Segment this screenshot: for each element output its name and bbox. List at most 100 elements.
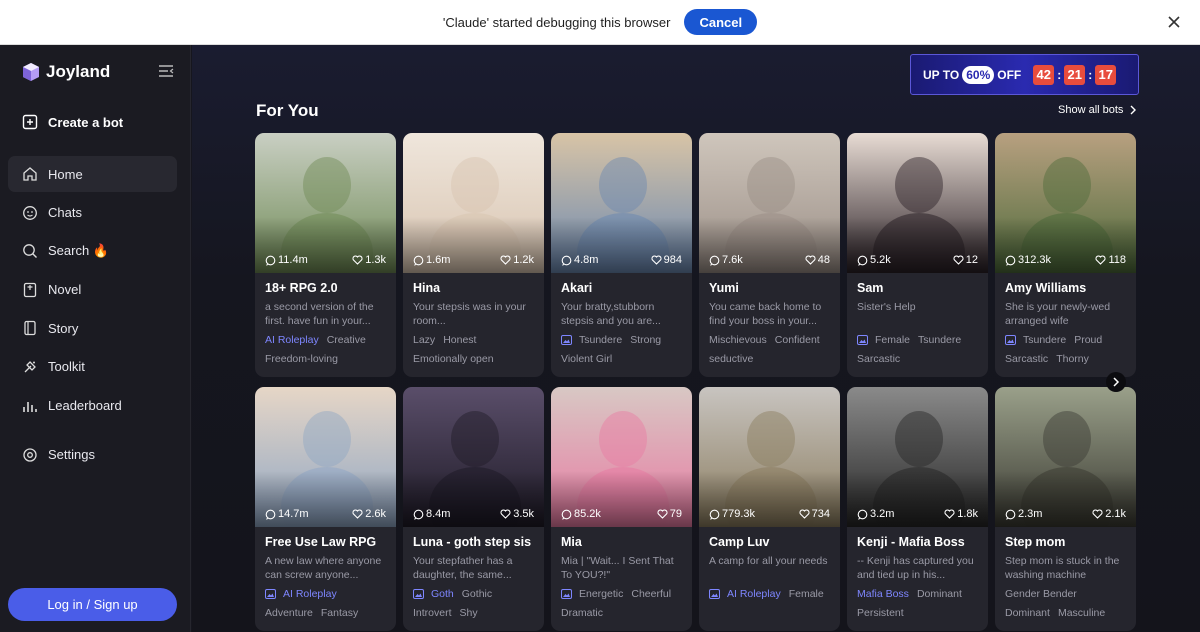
bot-tag[interactable]: Masculine xyxy=(1056,606,1107,620)
chat-count: 5.2k xyxy=(857,254,891,266)
bot-avatar-image xyxy=(699,133,840,273)
bot-card[interactable]: 312.3k 118 Amy Williams She is your newly-w… xyxy=(995,133,1136,377)
sidebar-item-toolkit[interactable]: Toolkit xyxy=(8,349,177,385)
cancel-debugging-button[interactable]: Cancel xyxy=(684,9,758,35)
sidebar: Joyland Create a bot Home Chats Search 🔥… xyxy=(0,45,191,632)
sidebar-item-leaderboard[interactable]: Leaderboard xyxy=(8,388,177,424)
promo-banner[interactable]: UP TO 60% OFF 42 : 21 : 17 xyxy=(910,54,1139,95)
login-signup-button[interactable]: Log in / Sign up xyxy=(8,588,177,621)
bot-card[interactable]: 3.2m 1.8k Kenji - Mafia Boss -- Kenji has c… xyxy=(847,387,988,631)
bot-tag[interactable]: Honest xyxy=(441,333,478,347)
bot-tag[interactable]: Tsundere xyxy=(916,333,963,347)
like-count: 118 xyxy=(1095,254,1126,266)
bot-tag[interactable]: Gothic xyxy=(460,587,494,601)
bot-card[interactable]: 85.2k 79 Mia Mia | "Wait... I Sent That To … xyxy=(551,387,692,631)
collapse-sidebar-icon[interactable] xyxy=(158,64,174,78)
bot-card[interactable]: 2.3m 2.1k Step mom Step mom is stuck in the… xyxy=(995,387,1136,631)
bot-tag[interactable]: Goth xyxy=(429,587,456,601)
section-title: For You xyxy=(256,101,319,120)
bot-card[interactable]: 8.4m 3.5k Luna - goth step sis Your stepfat… xyxy=(403,387,544,631)
bot-tags: Female Tsundere Sarcastic xyxy=(855,333,983,366)
bot-card[interactable]: 4.8m 984 Akari Your bratty,stubborn stepsis… xyxy=(551,133,692,377)
bot-tag[interactable]: Creative xyxy=(325,333,368,347)
bot-description: A camp for all your needs xyxy=(709,555,828,567)
bot-tag[interactable]: Sarcastic xyxy=(855,352,902,366)
bot-tag[interactable]: Cheerful xyxy=(629,587,673,601)
carousel-next-button[interactable] xyxy=(1106,372,1126,392)
bot-tag[interactable]: Dominant xyxy=(1003,606,1052,620)
chat-bubble-icon xyxy=(265,509,276,520)
bot-stats: 5.2k 12 xyxy=(857,254,978,266)
bot-avatar-image xyxy=(551,387,692,527)
bot-tag[interactable]: Proud xyxy=(1072,333,1104,347)
bot-tag[interactable]: Energetic xyxy=(577,587,625,601)
bot-tag[interactable]: Gender Bender xyxy=(1003,587,1079,601)
chat-count: 1.6m xyxy=(413,254,450,266)
bot-tag[interactable]: Fantasy xyxy=(319,606,360,620)
bot-tag[interactable]: Dramatic xyxy=(559,606,605,620)
chat-bubble-icon xyxy=(561,255,572,266)
bot-tag[interactable]: Introvert xyxy=(411,606,454,620)
sidebar-item-label: Settings xyxy=(48,447,95,463)
close-icon[interactable] xyxy=(1164,12,1184,32)
bot-tag[interactable]: AI Roleplay xyxy=(281,587,339,601)
bot-tag[interactable]: Thorny xyxy=(1054,352,1091,366)
bot-tag[interactable]: Freedom-loving xyxy=(263,352,340,366)
bot-tag[interactable]: Violent Girl xyxy=(559,352,614,366)
bot-tag[interactable]: Female xyxy=(873,333,912,347)
bot-tag[interactable]: Mischievous xyxy=(707,333,769,347)
bot-tag[interactable]: Lazy xyxy=(411,333,437,347)
bot-name: Yumi xyxy=(709,281,739,295)
bot-name: Camp Luv xyxy=(709,535,770,549)
bot-tag[interactable]: Confident xyxy=(773,333,822,347)
like-count: 1.3k xyxy=(352,254,386,266)
bot-tags: Mischievous Confident seductive xyxy=(707,333,835,366)
sidebar-item-story[interactable]: Story xyxy=(8,310,177,346)
bot-description: a second version of the first. have fun … xyxy=(265,301,374,327)
bot-tags: Tsundere Strong Violent Girl xyxy=(559,333,687,366)
bot-stats: 1.6m 1.2k xyxy=(413,254,534,266)
bot-tag[interactable]: Tsundere xyxy=(577,333,624,347)
bot-card[interactable]: 779.3k 734 Camp Luv A camp for all your nee… xyxy=(699,387,840,631)
bot-tag[interactable]: Mafia Boss xyxy=(855,587,911,601)
chat-bubble-icon xyxy=(413,509,424,520)
sidebar-item-chats[interactable]: Chats xyxy=(8,195,177,231)
sidebar-item-settings[interactable]: Settings xyxy=(8,437,177,473)
bot-tag[interactable]: AI Roleplay xyxy=(263,333,321,347)
bot-tag[interactable]: Tsundere xyxy=(1021,333,1068,347)
bot-card[interactable]: 7.6k 48 Yumi You came back home to find you… xyxy=(699,133,840,377)
sidebar-item-home[interactable]: Home xyxy=(8,156,177,192)
joyland-logo[interactable]: Joyland xyxy=(22,62,110,82)
heart-icon xyxy=(352,509,363,519)
bot-tag[interactable]: Shy xyxy=(458,606,480,620)
sidebar-item-search[interactable]: Search 🔥 xyxy=(8,233,177,269)
bot-tag[interactable]: Dominant xyxy=(915,587,964,601)
bot-description: Mia | "Wait... I Sent That To YOU?!" xyxy=(561,555,674,581)
bot-tag[interactable]: Persistent xyxy=(855,606,906,620)
bot-card[interactable]: 11.4m 1.3k 18+ RPG 2.0 a second version of … xyxy=(255,133,396,377)
bot-description: Your stepsis was in your room... xyxy=(413,301,526,327)
bot-description: Your stepfather has a daughter, the same… xyxy=(413,555,513,581)
bot-tag[interactable]: seductive xyxy=(707,352,755,366)
bot-card[interactable]: 5.2k 12 Sam Sister's Help Female Tsundere Sarc… xyxy=(847,133,988,377)
image-tag-icon xyxy=(559,333,573,347)
sidebar-item-novel[interactable]: Novel xyxy=(8,272,177,308)
show-all-bots-link[interactable]: Show all bots xyxy=(1058,104,1139,116)
like-count: 1.2k xyxy=(500,254,534,266)
bot-avatar-image xyxy=(255,133,396,273)
sidebar-item-label: Home xyxy=(48,166,83,182)
create-bot-button[interactable]: Create a bot xyxy=(22,114,123,130)
bot-card[interactable]: 1.6m 1.2k Hina Your stepsis was in your roo… xyxy=(403,133,544,377)
bot-stats: 779.3k 734 xyxy=(709,508,830,520)
heart-icon xyxy=(805,255,816,265)
bot-tag[interactable]: Sarcastic xyxy=(1003,352,1050,366)
bot-tag[interactable]: Adventure xyxy=(263,606,315,620)
bot-tag[interactable]: Emotionally open xyxy=(411,352,496,366)
bot-tag[interactable]: Female xyxy=(787,587,826,601)
chat-count: 85.2k xyxy=(561,508,601,520)
promo-countdown: 42 : 21 : 17 xyxy=(1033,64,1117,85)
bot-card[interactable]: 14.7m 2.6k Free Use Law RPG A new law where… xyxy=(255,387,396,631)
bot-tag[interactable]: AI Roleplay xyxy=(725,587,783,601)
bot-tag[interactable]: Strong xyxy=(628,333,663,347)
bot-name: Mia xyxy=(561,535,582,549)
